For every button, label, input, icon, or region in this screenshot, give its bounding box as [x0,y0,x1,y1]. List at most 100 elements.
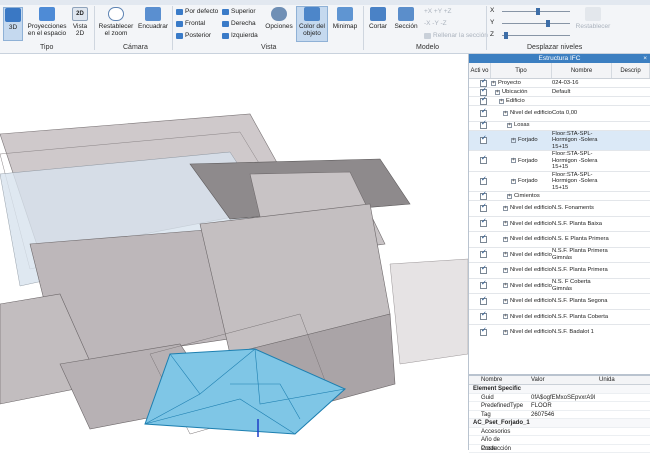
col-prop-value[interactable]: Valor [531,376,599,384]
expand-icon[interactable]: + [503,221,508,226]
col-prop-name[interactable]: Nombre [469,376,531,384]
active-checkbox[interactable] [480,205,487,212]
slider-handle[interactable] [546,20,550,27]
expand-icon[interactable]: + [499,99,504,104]
view-3d-button[interactable]: 3D [3,7,23,41]
active-checkbox[interactable] [480,98,487,105]
slider-y[interactable] [502,23,570,24]
tree-row[interactable]: +Nivel del edificioN.S.F. Planta Baixa [469,217,650,233]
tree-row[interactable]: +ForjadoFloor:STA-SPL-Hormigon -Solera 1… [469,172,650,193]
tree-row[interactable]: +Cimientos [469,192,650,201]
active-checkbox[interactable] [480,178,487,185]
expand-icon[interactable]: + [503,283,508,288]
active-checkbox[interactable] [480,267,487,274]
axes-positive[interactable]: +X +Y +Z [424,8,452,15]
active-checkbox[interactable] [480,298,487,305]
expand-icon[interactable]: + [507,194,512,199]
active-checkbox[interactable] [480,193,487,200]
slider-x[interactable] [502,11,570,12]
expand-icon[interactable]: + [503,268,508,273]
options-button[interactable]: Opciones [264,7,294,30]
active-checkbox[interactable] [480,236,487,243]
col-prop-unit[interactable]: Unida [599,376,615,384]
slider-handle[interactable] [504,32,508,39]
active-checkbox[interactable] [480,110,487,117]
expand-icon[interactable]: + [511,138,516,143]
expand-icon[interactable]: + [503,111,508,116]
slider-handle[interactable] [536,8,540,15]
cut-button[interactable]: Cortar [367,7,389,30]
section-button[interactable]: Sección [393,7,419,30]
col-descripcion[interactable]: Descrip [612,63,650,78]
view-default-button[interactable]: Por defecto [176,8,218,15]
projections-button[interactable]: Proyecciones en el espacio [26,7,68,37]
expand-icon[interactable]: + [503,206,508,211]
view-left-button[interactable]: Izquierda [222,32,258,39]
tree-row[interactable]: +UbicaciónDefault [469,88,650,97]
prop-row[interactable]: Tag2607546 [469,411,650,420]
prop-row[interactable]: Coste [469,445,650,453]
expand-icon[interactable]: + [503,330,508,335]
active-checkbox[interactable] [480,89,487,96]
3d-viewport[interactable] [0,54,468,450]
active-cell [476,263,491,278]
tree-row[interactable]: +Losas [469,122,650,131]
tree-row[interactable]: +Nivel del edificioN.S.F. Planta Coberta [469,310,650,326]
prop-row[interactable]: Accesorios [469,428,650,437]
view-back-button[interactable]: Posterior [176,32,211,39]
active-checkbox[interactable] [480,220,487,227]
axes-negative[interactable]: -X -Y -Z [424,20,447,27]
view-2d-button[interactable]: 2D Vista 2D [70,7,90,37]
active-checkbox[interactable] [480,80,487,87]
prop-row[interactable]: PredefinedTypeFLOOR [469,402,650,411]
tree-row[interactable]: +Proyecto024-03-16 [469,79,650,88]
expand-icon[interactable]: + [491,81,496,86]
view-right-button[interactable]: Derecha [222,20,256,27]
reset-zoom-button[interactable]: Restablecer el zoom [98,7,134,37]
col-activo[interactable]: Acti vo [469,63,491,78]
tree-row[interactable]: +Edificio [469,97,650,106]
view-front-button[interactable]: Frontal [176,20,205,27]
minimap-button[interactable]: Minimap [330,7,360,30]
descripcion-cell [612,248,650,263]
expand-icon[interactable]: + [503,252,508,257]
active-checkbox[interactable] [480,282,487,289]
active-cell [476,131,491,151]
props-section[interactable]: Element Specific [469,385,650,394]
active-checkbox[interactable] [480,251,487,258]
tree-row[interactable]: +Nivel del edificioN.S.F. Badalot 1 [469,325,650,340]
prop-row[interactable]: Guid0fA$ogfEMxoSEpvxrA9l [469,394,650,403]
restore-button[interactable]: Restablecer [576,7,610,30]
fit-button[interactable]: Encuadrar [138,7,168,30]
slider-z[interactable] [502,35,570,36]
active-checkbox[interactable] [480,137,487,144]
props-section[interactable]: AC_Pset_Forjado_1 [469,419,650,428]
tree-row[interactable]: +Nivel del edificioN.S.F. Planta Primera… [469,248,650,264]
active-checkbox[interactable] [480,157,487,164]
tree-row[interactable]: +Nivel del edificioN.S. E Planta Primera [469,232,650,248]
object-color-button[interactable]: Color del objeto [296,6,328,42]
col-nombre[interactable]: Nombre [552,63,612,78]
view-top-button[interactable]: Superior [222,8,256,15]
tree-row[interactable]: +ForjadoFloor:STA-SPL-Hormigon -Solera 1… [469,131,650,152]
tree-row[interactable]: +ForjadoFloor:STA-SPL-Hormigon -Solera 1… [469,151,650,172]
active-checkbox[interactable] [480,122,487,129]
fill-section-toggle[interactable]: Rellenar la sección [424,32,488,39]
tree-row[interactable]: +Nivel del edificioCota 0,00 [469,106,650,122]
expand-icon[interactable]: + [495,90,500,95]
tree-row[interactable]: +Nivel del edificioN.S. F Coberta Gimnàs [469,279,650,295]
tree-row[interactable]: +Nivel del edificioN.S. Fonaments [469,201,650,217]
prop-row[interactable]: Año de Producción [469,436,650,445]
expand-icon[interactable]: + [503,237,508,242]
close-icon[interactable]: × [643,54,647,63]
expand-icon[interactable]: + [511,179,516,184]
expand-icon[interactable]: + [503,314,508,319]
expand-icon[interactable]: + [507,123,512,128]
expand-icon[interactable]: + [511,158,516,163]
tree-row[interactable]: +Nivel del edificioN.S.F. Planta Primera [469,263,650,279]
col-tipo[interactable]: Tipo [491,63,552,78]
tree-row[interactable]: +Nivel del edificioN.S.F. Planta Segona [469,294,650,310]
expand-icon[interactable]: + [503,299,508,304]
active-checkbox[interactable] [480,329,487,336]
active-checkbox[interactable] [480,313,487,320]
